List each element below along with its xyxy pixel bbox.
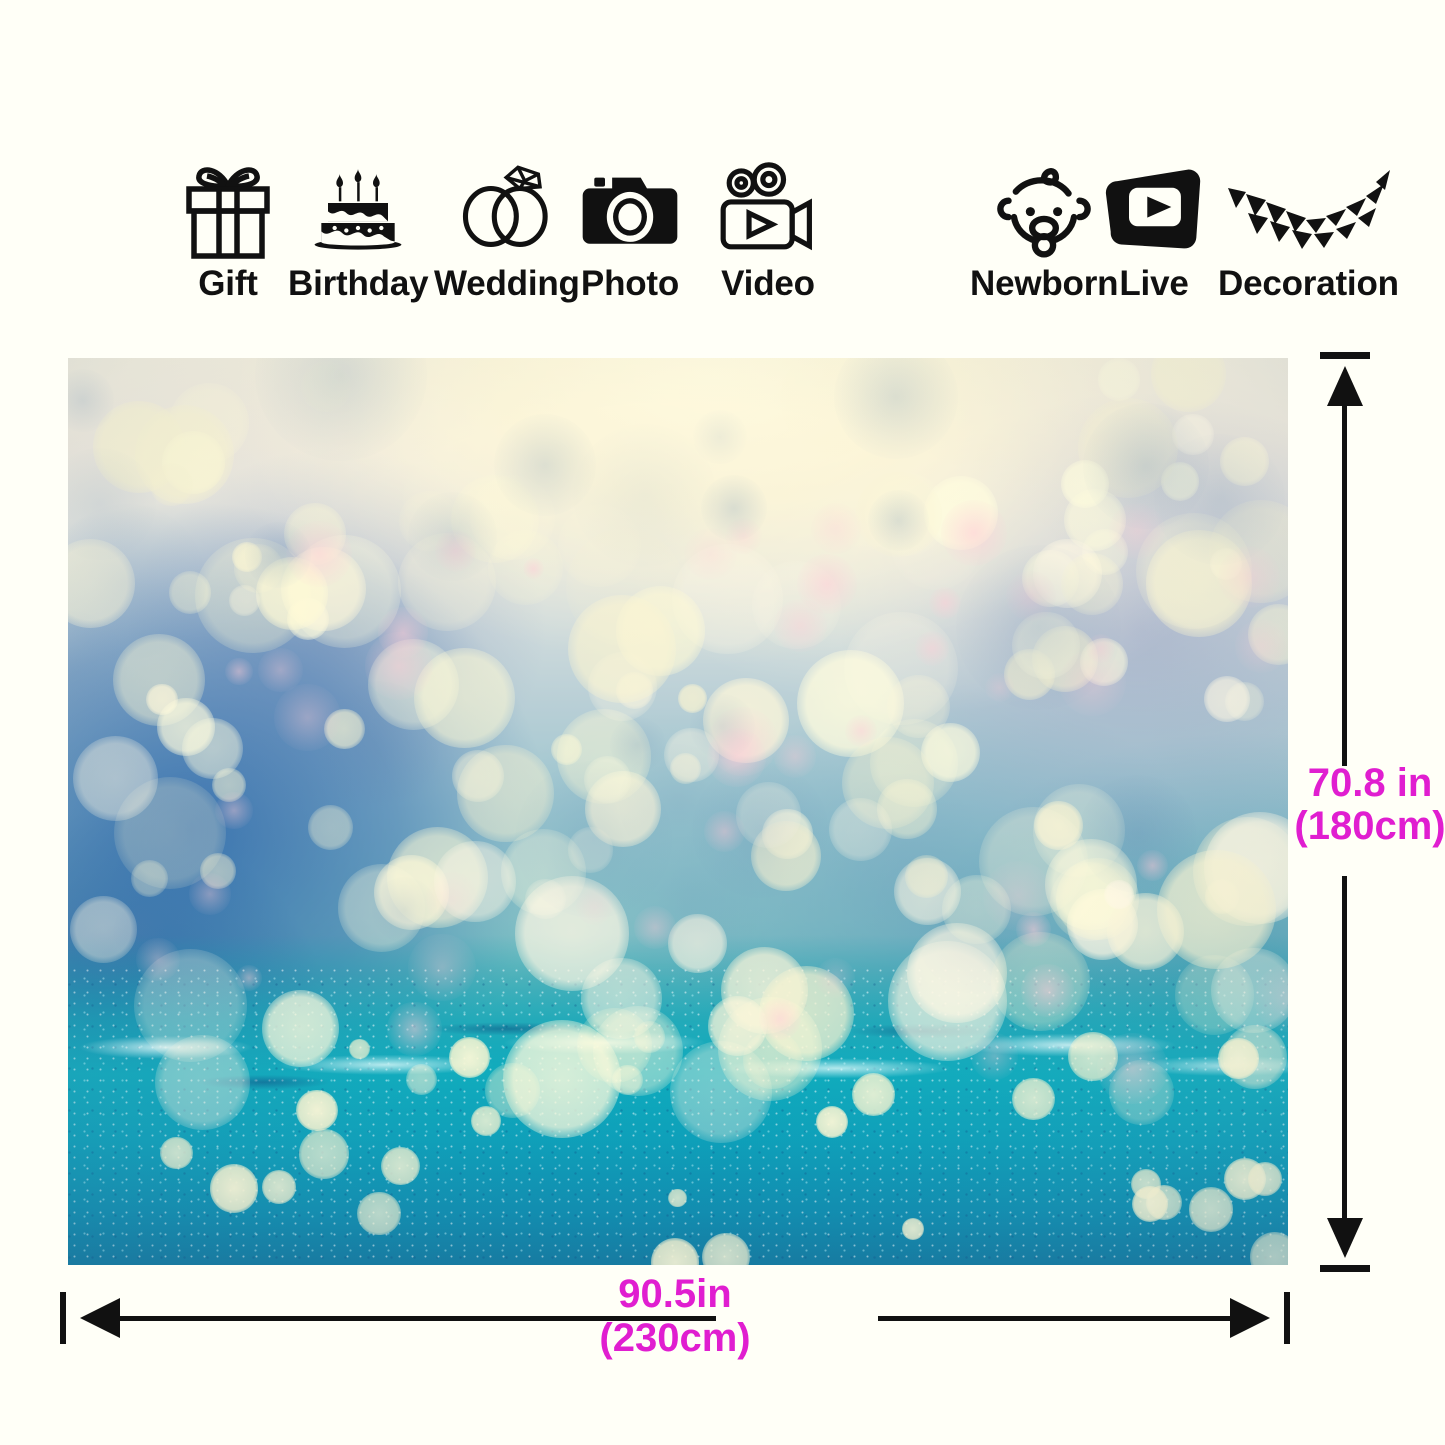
icon-cell-photo: Photo bbox=[580, 152, 680, 301]
width-dimension-annotation: 90.5in (230cm) bbox=[60, 1272, 1290, 1390]
width-arrow-left bbox=[80, 1298, 120, 1338]
icon-cell-newborn: Newborn bbox=[970, 152, 1119, 303]
category-icon-strip: Gift Birthday Wedding Photo Video Newbor… bbox=[0, 0, 1445, 330]
icon-cell-gift: Gift bbox=[178, 152, 278, 301]
icon-label-wedding: Wedding bbox=[434, 264, 580, 303]
video-camera-icon bbox=[718, 152, 818, 260]
height-line-lower bbox=[1342, 876, 1347, 1248]
width-label-cm: (230cm) bbox=[599, 1316, 751, 1360]
bunting-decoration-icon bbox=[1223, 152, 1393, 260]
height-cap-top bbox=[1320, 352, 1370, 359]
backdrop-vignette bbox=[68, 358, 1288, 1265]
icon-cell-decoration: Decoration bbox=[1218, 152, 1399, 301]
birthday-cake-icon bbox=[308, 152, 408, 260]
icon-label-video: Video bbox=[721, 264, 815, 303]
height-line-upper bbox=[1342, 374, 1347, 766]
width-label-inches: 90.5in bbox=[618, 1272, 732, 1316]
icon-cell-video: Video bbox=[718, 152, 818, 301]
width-line-right bbox=[878, 1316, 1252, 1321]
icon-cell-birthday: Birthday bbox=[288, 152, 429, 303]
height-arrow-down bbox=[1327, 1218, 1363, 1258]
width-cap-right bbox=[1284, 1292, 1290, 1344]
wedding-rings-icon bbox=[457, 152, 557, 260]
height-label-cm: (180cm) bbox=[1294, 804, 1445, 849]
icon-cell-wedding: Wedding bbox=[434, 152, 580, 301]
height-label-inches: 70.8 in bbox=[1307, 761, 1433, 805]
width-cap-left bbox=[60, 1292, 66, 1344]
height-cap-bottom bbox=[1320, 1265, 1370, 1272]
icon-label-photo: Photo bbox=[580, 264, 680, 303]
camera-icon bbox=[580, 152, 680, 260]
icon-cell-live: Live bbox=[1104, 152, 1204, 301]
icon-label-birthday: Birthday bbox=[288, 264, 429, 303]
live-play-icon bbox=[1104, 152, 1204, 260]
icon-label-newborn: Newborn bbox=[970, 264, 1119, 303]
icon-label-gift: Gift bbox=[198, 264, 258, 303]
width-label: 90.5in (230cm) bbox=[525, 1272, 825, 1360]
newborn-baby-icon bbox=[994, 152, 1094, 260]
backdrop-product-image bbox=[68, 358, 1288, 1265]
gift-icon bbox=[178, 152, 278, 260]
width-arrow-right bbox=[1230, 1298, 1270, 1338]
icon-label-decoration: Decoration bbox=[1218, 264, 1399, 303]
height-dimension-annotation: 70.8 in (180cm) bbox=[1294, 352, 1445, 1272]
height-label: 70.8 in (180cm) bbox=[1290, 761, 1445, 849]
icon-label-live: Live bbox=[1119, 264, 1189, 303]
